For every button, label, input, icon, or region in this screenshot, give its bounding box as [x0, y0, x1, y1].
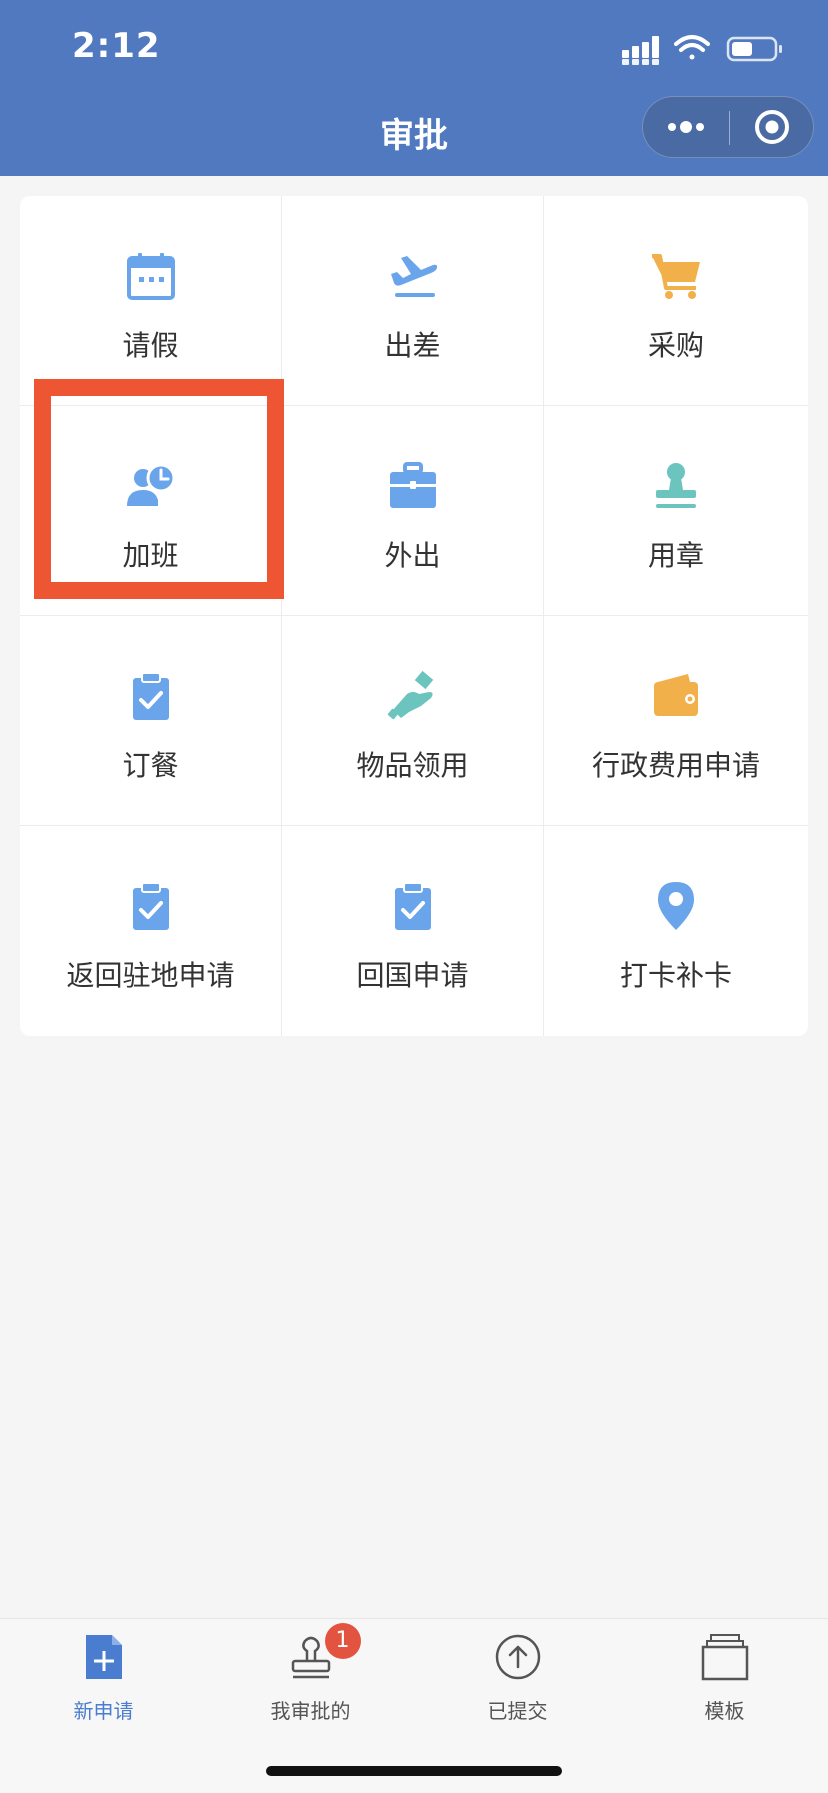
- briefcase-icon: [389, 462, 436, 508]
- grid-item-overtime[interactable]: 加班: [20, 406, 282, 616]
- grid-item-purchase[interactable]: 采购: [544, 196, 808, 406]
- grid-item-business-trip[interactable]: 出差: [282, 196, 544, 406]
- grid-item-label: 返回驻地申请: [66, 959, 235, 992]
- tab-submitted[interactable]: 已提交: [414, 1633, 621, 1729]
- grid-item-label: 请假: [122, 329, 179, 362]
- target-circle-icon: [755, 110, 789, 144]
- new-document-icon: [85, 1635, 122, 1679]
- cellular-signal-icon: [622, 36, 659, 65]
- status-icons: [622, 35, 782, 65]
- home-indicator[interactable]: [266, 1766, 562, 1776]
- grid-item-label: 采购: [647, 329, 704, 362]
- airplane-icon: [390, 256, 437, 297]
- battery-icon: [726, 36, 782, 62]
- grid-item-label: 出差: [384, 329, 441, 362]
- header-bar: 2:12 审批: [0, 0, 828, 176]
- grid-item-label: 打卡补卡: [619, 959, 732, 992]
- wifi-icon: [674, 35, 710, 60]
- more-dots-icon: [668, 121, 704, 133]
- approval-type-grid: 请假 出差 采购 加班 外出 用章 订餐 物品领用 行政费用申请 返回驻地申请 …: [20, 196, 808, 1036]
- grid-item-outing[interactable]: 外出: [282, 406, 544, 616]
- tab-new-application[interactable]: 新申请: [0, 1633, 207, 1729]
- grid-item-label: 回国申请: [356, 959, 469, 992]
- tab-label: 我审批的: [270, 1699, 351, 1723]
- unread-badge: 1: [324, 1623, 361, 1659]
- clipboard-check-icon: [132, 882, 169, 930]
- location-pin-icon: [658, 882, 694, 930]
- mini-program-capsule: [642, 96, 814, 158]
- grid-item-return-station[interactable]: 返回驻地申请: [20, 826, 282, 1036]
- grid-item-meal-order[interactable]: 订餐: [20, 616, 282, 826]
- calendar-icon: [126, 253, 175, 300]
- grid-item-leave[interactable]: 请假: [20, 196, 282, 406]
- upload-circle-icon: [495, 1634, 540, 1680]
- status-time: 2:12: [72, 26, 161, 66]
- tab-label: 新申请: [73, 1699, 134, 1723]
- grid-item-clock-in-fix[interactable]: 打卡补卡: [544, 826, 808, 1036]
- tab-templates[interactable]: 模板: [621, 1633, 828, 1729]
- grid-item-label: 加班: [122, 539, 179, 572]
- grid-item-label: 行政费用申请: [591, 749, 760, 782]
- grid-item-label: 订餐: [122, 749, 179, 782]
- person-clock-icon: [126, 463, 175, 506]
- tab-label: 模板: [704, 1699, 745, 1723]
- clipboard-check-icon: [394, 882, 431, 930]
- clipboard-check-icon: [132, 672, 169, 720]
- grid-item-label: 物品领用: [356, 749, 469, 782]
- grid-item-item-requisition[interactable]: 物品领用: [282, 616, 544, 826]
- grid-item-label: 外出: [384, 539, 441, 572]
- tab-label: 已提交: [487, 1699, 548, 1723]
- close-mini-program-button[interactable]: [729, 97, 815, 157]
- grid-item-admin-expense[interactable]: 行政费用申请: [544, 616, 808, 826]
- grid-item-label: 用章: [647, 539, 704, 572]
- more-button[interactable]: [643, 97, 729, 157]
- stamp-icon: [656, 463, 696, 508]
- shopping-cart-icon: [652, 254, 700, 299]
- grid-item-return-home[interactable]: 回国申请: [282, 826, 544, 1036]
- template-stack-icon: [701, 1634, 748, 1681]
- wallet-icon: [654, 674, 698, 716]
- tab-my-approvals[interactable]: 1 我审批的: [207, 1623, 414, 1729]
- grid-item-seal[interactable]: 用章: [544, 406, 808, 616]
- hand-item-icon: [387, 670, 433, 720]
